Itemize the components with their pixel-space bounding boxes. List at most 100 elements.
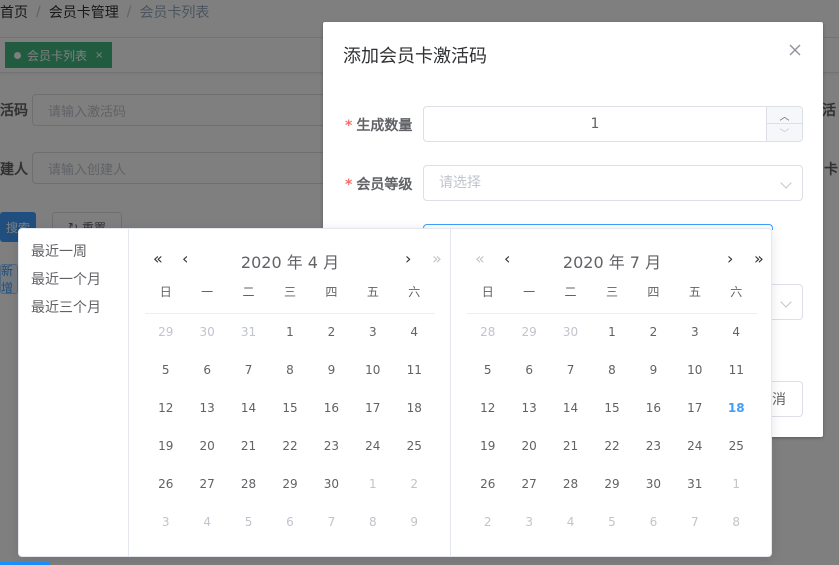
calendar-week-row: 19 20 21 22 23 24 25 xyxy=(467,427,757,465)
calendar-day[interactable]: 2 xyxy=(633,313,674,351)
calendar-day[interactable]: 5 xyxy=(145,351,186,389)
calendar-day[interactable]: 4 xyxy=(394,313,435,351)
calendar-day[interactable]: 7 xyxy=(228,351,269,389)
calendar-day[interactable]: 30 xyxy=(633,465,674,503)
calendar-day[interactable]: 12 xyxy=(467,389,508,427)
calendar-day[interactable]: 31 xyxy=(228,313,269,351)
calendar-day[interactable]: 30 xyxy=(186,313,227,351)
calendar-day[interactable]: 28 xyxy=(228,465,269,503)
calendar-day[interactable]: 3 xyxy=(145,503,186,541)
calendar-day[interactable]: 9 xyxy=(311,351,352,389)
calendar-day[interactable]: 15 xyxy=(591,389,632,427)
calendar-day[interactable]: 5 xyxy=(228,503,269,541)
calendar-day[interactable]: 22 xyxy=(269,427,310,465)
calendar-day[interactable]: 28 xyxy=(467,313,508,351)
calendar-day[interactable]: 1 xyxy=(269,313,310,351)
next-month-icon[interactable]: › xyxy=(405,249,411,268)
next-month-icon[interactable]: › xyxy=(727,249,733,268)
calendar-day[interactable]: 5 xyxy=(467,351,508,389)
calendar-day[interactable]: 6 xyxy=(269,503,310,541)
calendar-day[interactable]: 4 xyxy=(186,503,227,541)
calendar-day[interactable]: 29 xyxy=(508,313,549,351)
calendar-day[interactable]: 30 xyxy=(311,465,352,503)
calendar-day[interactable]: 27 xyxy=(186,465,227,503)
calendar-day[interactable]: 26 xyxy=(467,465,508,503)
calendar-day[interactable]: 26 xyxy=(145,465,186,503)
calendar-day[interactable]: 11 xyxy=(394,351,435,389)
calendar-day[interactable]: 14 xyxy=(228,389,269,427)
calendar-day[interactable]: 6 xyxy=(633,503,674,541)
calendar-day[interactable]: 8 xyxy=(591,351,632,389)
calendar-day[interactable]: 1 xyxy=(591,313,632,351)
calendar-day-today[interactable]: 18 xyxy=(716,389,757,427)
calendar-day[interactable]: 27 xyxy=(508,465,549,503)
calendar-day[interactable]: 8 xyxy=(716,503,757,541)
close-icon[interactable] xyxy=(787,42,803,58)
calendar-day[interactable]: 2 xyxy=(467,503,508,541)
shortcut-last-week[interactable]: 最近一周 xyxy=(31,241,87,261)
calendar-day[interactable]: 15 xyxy=(269,389,310,427)
calendar-day[interactable]: 4 xyxy=(550,503,591,541)
calendar-day[interactable]: 14 xyxy=(550,389,591,427)
calendar-day[interactable]: 17 xyxy=(674,389,715,427)
calendar-day[interactable]: 9 xyxy=(633,351,674,389)
calendar-day[interactable]: 3 xyxy=(352,313,393,351)
calendar-day[interactable]: 6 xyxy=(508,351,549,389)
calendar-day[interactable]: 21 xyxy=(228,427,269,465)
decrease-button[interactable]: ﹀ xyxy=(766,124,802,141)
quantity-stepper[interactable]: 1 ︿ ﹀ xyxy=(423,106,803,142)
calendar-day[interactable]: 13 xyxy=(186,389,227,427)
calendar-day[interactable]: 4 xyxy=(716,313,757,351)
calendar-day[interactable]: 11 xyxy=(716,351,757,389)
calendar-day[interactable]: 8 xyxy=(269,351,310,389)
calendar-day[interactable]: 10 xyxy=(674,351,715,389)
calendar-day[interactable]: 31 xyxy=(674,465,715,503)
calendar-day[interactable]: 17 xyxy=(352,389,393,427)
cancel-button[interactable]: 消 xyxy=(770,381,803,417)
calendar-day[interactable]: 8 xyxy=(352,503,393,541)
calendar-day[interactable]: 24 xyxy=(674,427,715,465)
shortcut-last-three-months[interactable]: 最近三个月 xyxy=(31,297,101,317)
calendar-day[interactable]: 23 xyxy=(633,427,674,465)
calendar-day[interactable]: 12 xyxy=(145,389,186,427)
calendar-day[interactable]: 24 xyxy=(352,427,393,465)
calendar-day[interactable]: 7 xyxy=(674,503,715,541)
calendar-day[interactable]: 30 xyxy=(550,313,591,351)
calendar-day[interactable]: 21 xyxy=(550,427,591,465)
shortcut-last-month[interactable]: 最近一个月 xyxy=(31,269,101,289)
calendar-day[interactable]: 1 xyxy=(352,465,393,503)
calendar-day[interactable]: 16 xyxy=(633,389,674,427)
calendar-day[interactable]: 19 xyxy=(145,427,186,465)
calendar-day[interactable]: 3 xyxy=(674,313,715,351)
increase-button[interactable]: ︿ xyxy=(766,107,802,124)
calendar-day[interactable]: 16 xyxy=(311,389,352,427)
secondary-select[interactable] xyxy=(770,284,803,320)
calendar-day[interactable]: 18 xyxy=(394,389,435,427)
calendar-day[interactable]: 6 xyxy=(186,351,227,389)
quantity-value[interactable]: 1 xyxy=(424,107,766,141)
calendar-day[interactable]: 3 xyxy=(508,503,549,541)
calendar-day[interactable]: 2 xyxy=(394,465,435,503)
calendar-day[interactable]: 1 xyxy=(716,465,757,503)
calendar-day[interactable]: 2 xyxy=(311,313,352,351)
calendar-day[interactable]: 10 xyxy=(352,351,393,389)
calendar-day[interactable]: 9 xyxy=(394,503,435,541)
calendar-day[interactable]: 28 xyxy=(550,465,591,503)
calendar-day[interactable]: 29 xyxy=(591,465,632,503)
calendar-day[interactable]: 22 xyxy=(591,427,632,465)
calendar-day[interactable]: 29 xyxy=(145,313,186,351)
next-year-icon[interactable]: » xyxy=(754,249,764,268)
calendar-day[interactable]: 23 xyxy=(311,427,352,465)
calendar-day[interactable]: 20 xyxy=(508,427,549,465)
calendar-day[interactable]: 19 xyxy=(467,427,508,465)
calendar-day[interactable]: 5 xyxy=(591,503,632,541)
calendar-day[interactable]: 25 xyxy=(716,427,757,465)
calendar-day[interactable]: 20 xyxy=(186,427,227,465)
calendar-day[interactable]: 7 xyxy=(550,351,591,389)
calendar-day[interactable]: 25 xyxy=(394,427,435,465)
weekday-label: 四 xyxy=(325,285,338,299)
calendar-day[interactable]: 7 xyxy=(311,503,352,541)
calendar-day[interactable]: 13 xyxy=(508,389,549,427)
calendar-day[interactable]: 29 xyxy=(269,465,310,503)
member-level-select[interactable]: 请选择 xyxy=(423,165,803,201)
